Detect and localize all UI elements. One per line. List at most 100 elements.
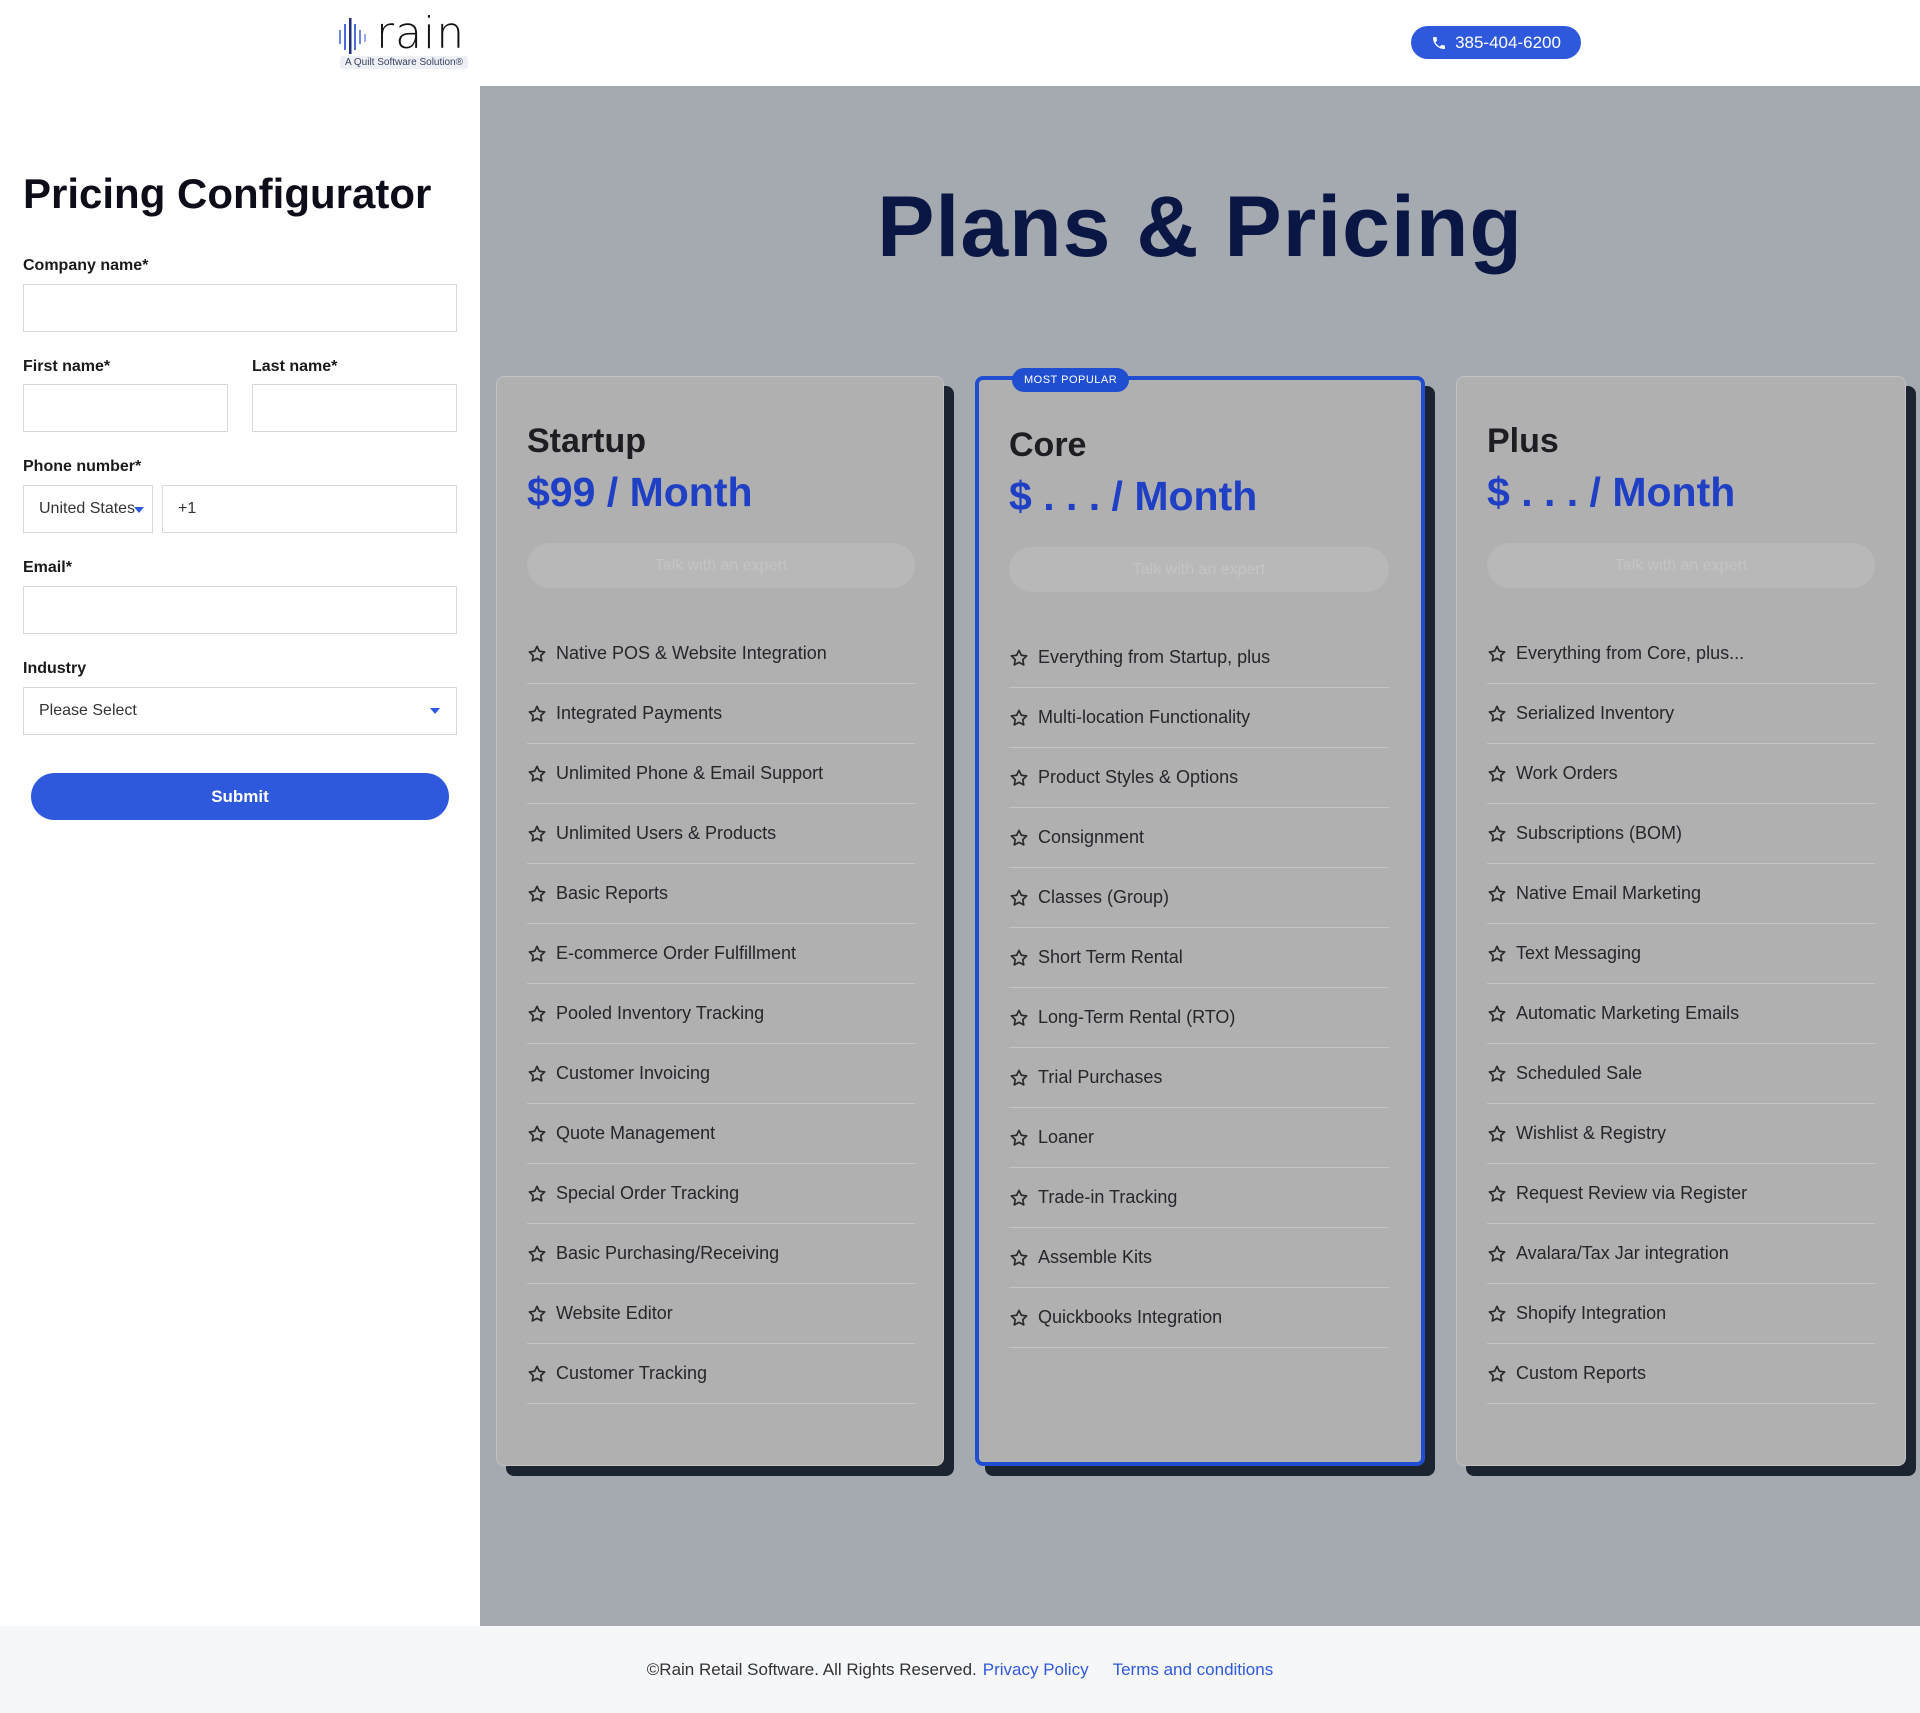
feature-label: Custom Reports <box>1516 1363 1647 1383</box>
first-name-label: First name* <box>23 358 111 375</box>
feature-item: Classes (Group) <box>1009 868 1389 928</box>
star-icon <box>1010 1189 1028 1206</box>
feature-label: Basic Purchasing/Receiving <box>556 1243 780 1263</box>
feature-item: Loaner <box>1009 1108 1389 1168</box>
feature-item: Quote Management <box>527 1104 915 1164</box>
industry-select[interactable]: Please Select <box>23 687 457 735</box>
site-header: rain A Quilt Software Solution® 385-404-… <box>0 0 1920 86</box>
star-icon <box>528 1245 546 1262</box>
feature-item: Automatic Marketing Emails <box>1487 984 1875 1044</box>
star-icon <box>1488 1185 1506 1202</box>
feature-item: Serialized Inventory <box>1487 684 1875 744</box>
star-icon <box>528 885 546 902</box>
industry-value: Please Select <box>39 702 137 719</box>
feature-label: Multi-location Functionality <box>1038 707 1251 727</box>
phone-number-label: Phone number* <box>23 458 142 475</box>
feature-label: Short Term Rental <box>1038 947 1183 967</box>
country-value: United States <box>39 500 136 517</box>
feature-label: Request Review via Register <box>1516 1183 1748 1203</box>
most-popular-badge: MOST POPULAR <box>1012 368 1130 392</box>
talk-with-expert-button[interactable]: Talk with an expert <box>1487 543 1875 588</box>
star-icon <box>1488 945 1506 962</box>
feature-label: Automatic Marketing Emails <box>1516 1003 1740 1023</box>
feature-item: Text Messaging <box>1487 924 1875 984</box>
feature-item: Consignment <box>1009 808 1389 868</box>
feature-label: Native Email Marketing <box>1516 883 1702 903</box>
star-icon <box>1010 1309 1028 1326</box>
star-icon <box>1010 829 1028 846</box>
feature-label: Native POS & Website Integration <box>556 643 827 663</box>
feature-item: Website Editor <box>527 1284 915 1344</box>
feature-item: Custom Reports <box>1487 1344 1875 1404</box>
email-input[interactable] <box>23 586 457 634</box>
feature-item: Integrated Payments <box>527 684 915 744</box>
site-footer: ©Rain Retail Software. All Rights Reserv… <box>0 1626 1920 1713</box>
star-icon <box>528 1005 546 1022</box>
first-name-input[interactable] <box>23 384 228 432</box>
plan-price: $ . . . / Month <box>1487 469 1736 515</box>
feature-label: Scheduled Sale <box>1516 1063 1643 1083</box>
logo-word: rain <box>376 8 466 59</box>
feature-label: Everything from Startup, plus <box>1038 647 1271 667</box>
feature-item: Everything from Core, plus... <box>1487 624 1875 684</box>
feature-item: Basic Reports <box>527 864 915 924</box>
feature-item: Scheduled Sale <box>1487 1044 1875 1104</box>
plan-card-plus: Plus $ . . . / Month Talk with an expert… <box>1456 376 1906 1466</box>
industry-label: Industry <box>23 660 87 677</box>
last-name-label: Last name* <box>252 358 338 375</box>
plan-price: $ . . . / Month <box>1009 473 1258 519</box>
feature-label: Special Order Tracking <box>556 1183 740 1203</box>
terms-link[interactable]: Terms and conditions <box>1113 1660 1274 1680</box>
star-icon <box>1010 1009 1028 1026</box>
star-icon <box>528 1065 546 1082</box>
feature-label: Customer Invoicing <box>556 1063 711 1083</box>
pricing-title: Plans & Pricing <box>877 179 1523 275</box>
star-icon <box>1010 769 1028 786</box>
plan-name: Core <box>1009 426 1087 464</box>
star-icon <box>1010 1069 1028 1086</box>
feature-list: Native POS & Website Integration Integrat… <box>527 624 915 1404</box>
talk-with-expert-button[interactable]: Talk with an expert <box>1009 547 1389 592</box>
feature-label: Pooled Inventory Tracking <box>556 1003 765 1023</box>
feature-label: Classes (Group) <box>1038 887 1170 907</box>
star-icon <box>1488 765 1506 782</box>
pricing-configurator-form: Pricing Configurator Company name* First… <box>0 86 480 1626</box>
star-icon <box>1488 1365 1506 1382</box>
submit-button[interactable]: Submit <box>31 773 449 820</box>
phone-number: 385-404-6200 <box>1455 32 1561 52</box>
company-name-input[interactable] <box>23 284 457 332</box>
star-icon <box>1488 645 1506 662</box>
star-icon <box>528 1305 546 1322</box>
feature-item: Customer Invoicing <box>527 1044 915 1104</box>
feature-item: Trade-in Tracking <box>1009 1168 1389 1228</box>
talk-with-expert-button[interactable]: Talk with an expert <box>527 543 915 588</box>
feature-item: Product Styles & Options <box>1009 748 1389 808</box>
star-icon <box>528 1365 546 1382</box>
feature-item: Customer Tracking <box>527 1344 915 1404</box>
feature-label: Loaner <box>1038 1127 1095 1147</box>
feature-label: Product Styles & Options <box>1038 767 1239 787</box>
feature-item: Basic Purchasing/Receiving <box>527 1224 915 1284</box>
phone-button[interactable]: 385-404-6200 <box>1411 26 1581 59</box>
feature-item: Shopify Integration <box>1487 1284 1875 1344</box>
feature-label: Assemble Kits <box>1038 1247 1153 1267</box>
feature-item: Multi-location Functionality <box>1009 688 1389 748</box>
last-name-input[interactable] <box>252 384 457 432</box>
privacy-policy-link[interactable]: Privacy Policy <box>983 1660 1089 1680</box>
form-title: Pricing Configurator <box>23 170 432 217</box>
feature-list: Everything from Core, plus... Serialized … <box>1487 624 1875 1404</box>
feature-item: Unlimited Users & Products <box>527 804 915 864</box>
star-icon <box>528 825 546 842</box>
phone-number-input[interactable]: +1 <box>162 485 457 533</box>
feature-item: Work Orders <box>1487 744 1875 804</box>
feature-item: Pooled Inventory Tracking <box>527 984 915 1044</box>
feature-label: Serialized Inventory <box>1516 703 1675 723</box>
rain-logo[interactable]: rain A Quilt Software Solution® <box>338 8 470 70</box>
star-icon <box>1488 1305 1506 1322</box>
star-icon <box>528 945 546 962</box>
feature-item: Quickbooks Integration <box>1009 1288 1389 1348</box>
star-icon <box>528 645 546 662</box>
feature-label: Customer Tracking <box>556 1363 708 1383</box>
copyright-text: ©Rain Retail Software. All Rights Reserv… <box>646 1659 977 1679</box>
feature-label: Trade-in Tracking <box>1038 1187 1178 1207</box>
